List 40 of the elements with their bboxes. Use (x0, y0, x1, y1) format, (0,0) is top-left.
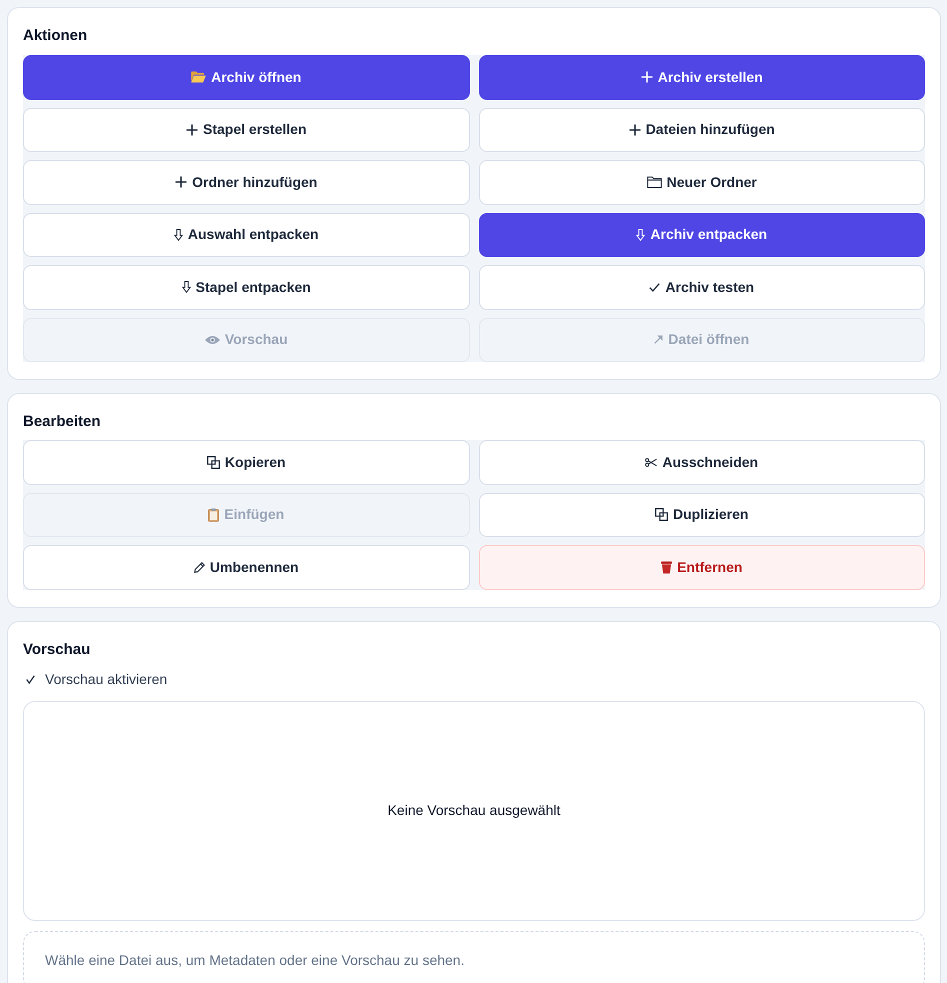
create-archive-button[interactable]: Archiv erstellen (478, 55, 925, 100)
cut-button[interactable]: Ausschneiden (478, 440, 925, 484)
section-title: Aktionen (23, 26, 88, 46)
extract-archive-button[interactable]: Archiv entpacken (478, 212, 925, 257)
arrow-icon (654, 335, 664, 344)
hint-text: Wähle eine Datei aus, um Metadaten oder eine Vorschau zu sehen. (45, 952, 464, 968)
remove-button[interactable]: Entfernen (478, 545, 925, 590)
plus-icon (186, 124, 198, 136)
add-files-button[interactable]: Dateien hinzufügen (478, 108, 925, 152)
folder-icon (646, 176, 662, 188)
extract-batch-button[interactable]: Stapel entpacken (23, 265, 470, 310)
section-title: Vorschau (23, 640, 92, 660)
open-archive-button[interactable]: Archiv öffnen (23, 55, 470, 100)
copy-icon (655, 508, 668, 522)
test-archive-button[interactable]: Archiv testen (478, 265, 925, 310)
copy-button[interactable]: Kopieren (23, 440, 470, 484)
down-arrow-icon (174, 228, 183, 241)
duplicate-button[interactable]: Duplizieren (478, 492, 925, 537)
pencil-icon (194, 562, 205, 573)
trash-icon (661, 560, 672, 574)
extract-selection-button[interactable]: Auswahl entpacken (23, 212, 470, 257)
rename-button[interactable]: Umbenennen (23, 545, 470, 590)
folder-icon (191, 71, 206, 84)
clipboard-icon (208, 508, 220, 522)
down-arrow-icon (182, 281, 191, 294)
plus-icon (628, 124, 641, 136)
down-arrow-icon (636, 228, 646, 241)
plus-icon (175, 176, 188, 188)
checkbox[interactable] (26, 675, 35, 684)
eye-icon (204, 334, 220, 345)
check-icon (649, 282, 660, 292)
section-title: Bearbeiten (23, 412, 102, 432)
create-batch-button[interactable]: Stapel erstellen (23, 108, 470, 152)
plus-icon (640, 71, 653, 84)
empty-preview-text: Keine Vorschau ausgewählt (388, 801, 560, 820)
checkbox-label[interactable]: Vorschau aktivieren (45, 669, 168, 690)
copy-icon (206, 456, 220, 469)
add-folder-button[interactable]: Ordner hinzufügen (23, 160, 470, 204)
new-folder-button[interactable]: Neuer Ordner (478, 160, 925, 204)
scissors-icon (645, 458, 658, 467)
